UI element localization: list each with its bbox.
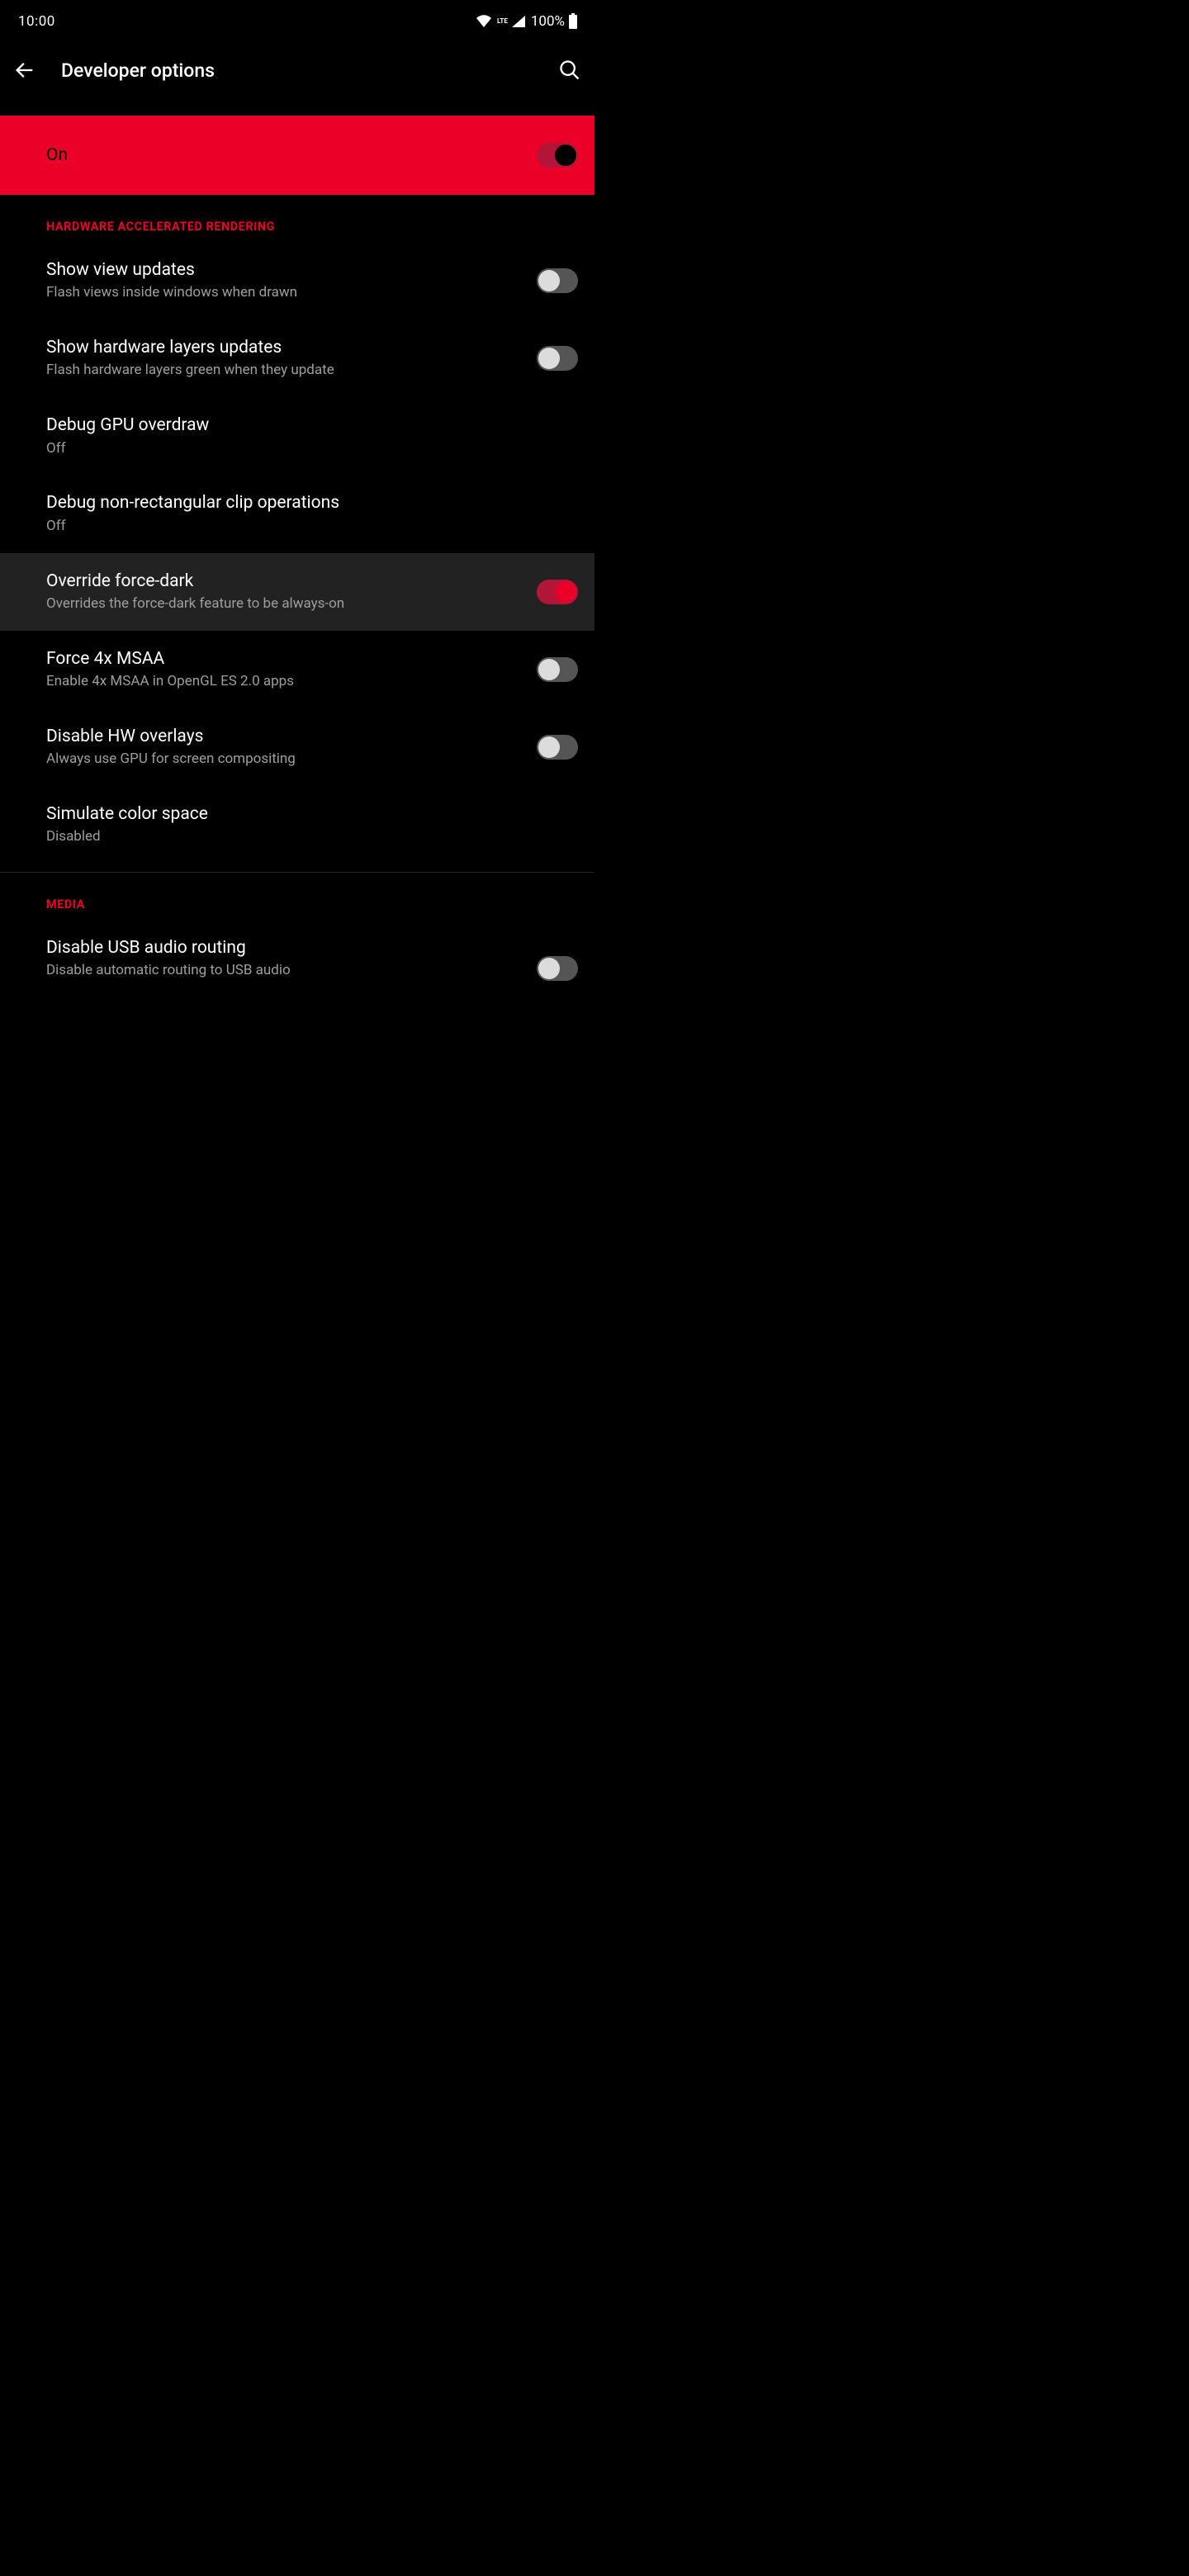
item-subtitle: Flash hardware layers green when they up… [46,361,523,381]
status-bar: 10:00 LTE 100% [0,0,594,40]
toggle-switch[interactable] [537,956,578,981]
status-time: 10:00 [18,13,55,30]
item-title: Debug non-rectangular clip operations [46,491,578,514]
item-subtitle: Flash views inside windows when drawn [46,283,523,303]
item-subtitle: Always use GPU for screen compositing [46,750,523,769]
item-subtitle: Disabled [46,827,578,847]
section-header-media: MEDIA [0,873,594,920]
toggle-switch[interactable] [537,268,578,293]
item-simulate-color-space[interactable]: Simulate color space Disabled [0,786,594,864]
item-disable-hw-overlays[interactable]: Disable HW overlays Always use GPU for s… [0,708,594,786]
item-subtitle: Off [46,439,578,459]
item-subtitle: Disable automatic routing to USB audio [46,961,523,981]
search-button[interactable] [545,59,581,82]
section-header-hardware: HARDWARE ACCELERATED RENDERING [0,195,594,242]
item-title: Force 4x MSAA [46,647,523,670]
status-right: LTE 100% [476,13,578,30]
item-subtitle: Off [46,517,578,537]
data-arrows-icon: LTE [497,18,508,25]
item-subtitle: Overrides the force-dark feature to be a… [46,594,523,614]
item-title: Override force-dark [46,570,523,593]
battery-percent: 100% [531,13,565,30]
item-force-4x-msaa[interactable]: Force 4x MSAA Enable 4x MSAA in OpenGL E… [0,631,594,708]
item-title: Debug GPU overdraw [46,414,578,437]
toggle-switch[interactable] [537,657,578,682]
item-title: Show view updates [46,258,523,282]
back-button[interactable] [13,59,50,82]
app-header: Developer options [0,40,594,101]
toggle-switch[interactable] [537,580,578,604]
master-toggle-row[interactable]: On [0,116,594,195]
item-override-force-dark[interactable]: Override force-dark Overrides the force-… [0,553,594,631]
item-title: Show hardware layers updates [46,336,523,359]
item-debug-non-rect-clip[interactable]: Debug non-rectangular clip operations Of… [0,475,594,552]
item-title: Disable HW overlays [46,725,523,748]
item-show-view-updates[interactable]: Show view updates Flash views inside win… [0,242,594,320]
item-show-hardware-layers-updates[interactable]: Show hardware layers updates Flash hardw… [0,320,594,397]
item-title: Simulate color space [46,803,578,826]
battery-icon [568,13,578,30]
item-debug-gpu-overdraw[interactable]: Debug GPU overdraw Off [0,397,594,475]
item-subtitle: Enable 4x MSAA in OpenGL ES 2.0 apps [46,672,523,692]
toggle-switch[interactable] [537,346,578,371]
item-disable-usb-audio-routing[interactable]: Disable USB audio routing Disable automa… [0,920,594,981]
cell-signal-icon [511,15,526,28]
page-title: Developer options [61,59,545,82]
master-toggle-switch[interactable] [537,143,578,168]
toggle-switch[interactable] [537,735,578,760]
wifi-icon [476,15,492,28]
master-toggle-label: On [46,145,68,165]
item-title: Disable USB audio routing [46,936,523,959]
